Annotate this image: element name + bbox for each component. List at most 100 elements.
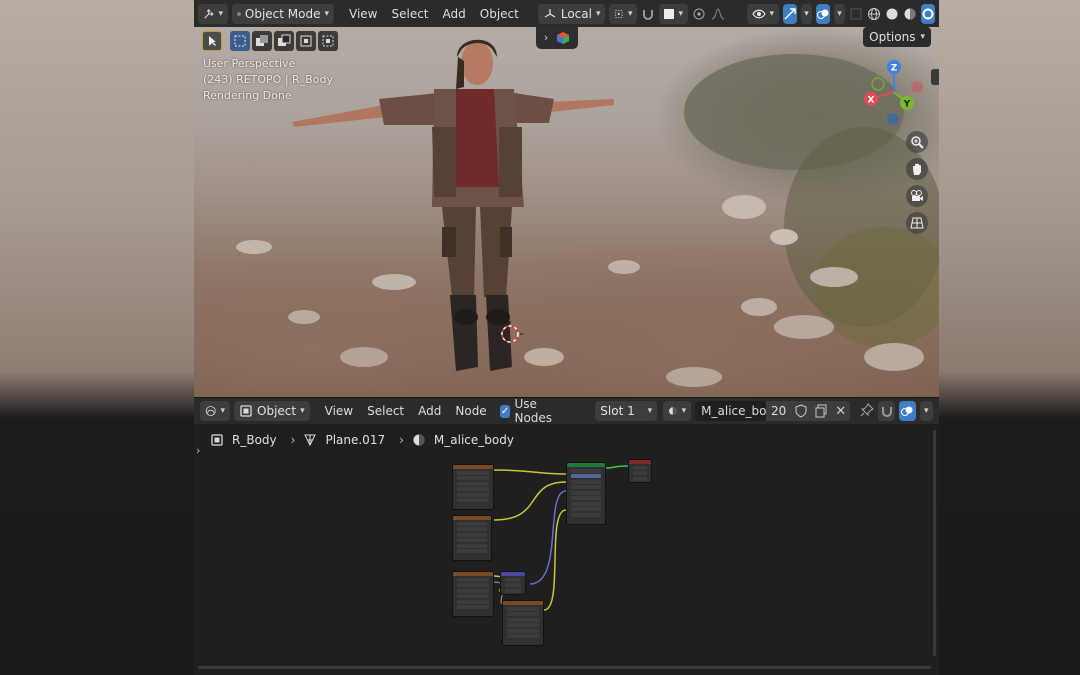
visibility-dropdown[interactable]: ▾ bbox=[746, 3, 780, 24]
shader-type-dropdown[interactable]: Object ▾ bbox=[234, 401, 310, 421]
material-sphere-icon bbox=[669, 407, 677, 415]
material-name[interactable]: M_alice_body bbox=[695, 404, 766, 418]
menu-add[interactable]: Add bbox=[438, 7, 471, 21]
camera-view-button[interactable] bbox=[906, 185, 928, 207]
select-extend-button[interactable] bbox=[252, 31, 272, 51]
navigation-gizmo[interactable]: Z X Y bbox=[859, 57, 929, 127]
node-header bbox=[629, 460, 651, 464]
menu-select[interactable]: Select bbox=[362, 404, 409, 418]
pivot-point-dropdown[interactable]: ▾ bbox=[609, 3, 638, 24]
select-subtract-button[interactable] bbox=[274, 31, 294, 51]
menu-add[interactable]: Add bbox=[413, 404, 446, 418]
shading-material[interactable] bbox=[903, 3, 917, 24]
snap-toggle[interactable] bbox=[878, 401, 895, 421]
gizmo-toggle[interactable] bbox=[783, 3, 798, 24]
viewport-header: ▾ Object Mode ▾ View Select Add Object L… bbox=[194, 0, 939, 27]
ortho-grid-icon bbox=[910, 217, 924, 229]
proportional-edit-toggle[interactable] bbox=[692, 3, 707, 24]
unlink-material-button[interactable]: ✕ bbox=[831, 401, 851, 421]
pin-icon bbox=[860, 402, 875, 416]
chevron-down-icon: ▾ bbox=[678, 8, 684, 19]
select-intersect-button[interactable] bbox=[318, 31, 338, 51]
xray-icon bbox=[850, 8, 862, 19]
node-editor-canvas[interactable]: R_Body › Plane.017 › M_alice_body › ‹ bbox=[194, 424, 939, 675]
solid-sphere-icon bbox=[886, 8, 898, 19]
chevron-down-icon: ▾ bbox=[300, 406, 305, 416]
overlays-dropdown[interactable]: ▾ bbox=[834, 3, 845, 24]
select-invert-button[interactable] bbox=[296, 31, 316, 51]
material-browse-button[interactable]: ▾ bbox=[663, 401, 692, 421]
select-box-icon bbox=[234, 35, 246, 47]
pan-hand-icon bbox=[913, 163, 921, 175]
chevron-down-icon: ▾ bbox=[924, 406, 929, 416]
header-collapse-tab[interactable]: › bbox=[536, 27, 578, 49]
sidebar-toggle-tab[interactable] bbox=[931, 69, 939, 85]
overlays-toggle[interactable] bbox=[816, 3, 831, 24]
use-nodes-toggle[interactable]: ✓ Use Nodes bbox=[499, 397, 568, 425]
view-name-text: User Perspective bbox=[203, 57, 296, 70]
chevron-down-icon: ▾ bbox=[837, 8, 842, 19]
node-principled-bsdf[interactable] bbox=[566, 462, 606, 525]
select-extend-icon bbox=[256, 35, 268, 46]
menu-object[interactable]: Object bbox=[475, 7, 524, 21]
falloff-dropdown[interactable] bbox=[710, 3, 727, 24]
gizmo-arrow-icon bbox=[784, 7, 796, 19]
select-subtract-icon bbox=[278, 34, 291, 46]
node-material-output[interactable] bbox=[628, 459, 652, 483]
editor-type-button[interactable]: ▾ bbox=[198, 3, 228, 24]
shading-wireframe[interactable] bbox=[867, 3, 881, 24]
overlays-toggle[interactable] bbox=[898, 401, 916, 421]
node-image-texture-3[interactable] bbox=[452, 571, 494, 617]
menu-select[interactable]: Select bbox=[386, 7, 433, 21]
snap-toggle[interactable] bbox=[641, 3, 656, 24]
magnet-icon bbox=[643, 9, 654, 20]
menu-node[interactable]: Node bbox=[450, 404, 491, 418]
node-image-texture-4[interactable] bbox=[502, 600, 544, 646]
chevron-down-icon: ▾ bbox=[220, 406, 225, 416]
zoom-icon bbox=[911, 136, 924, 149]
gizmo-dropdown[interactable]: ▾ bbox=[801, 3, 813, 24]
menu-view[interactable]: View bbox=[320, 404, 358, 418]
mode-dropdown[interactable]: Object Mode ▾ bbox=[232, 3, 334, 24]
chevron-down-icon: ▾ bbox=[595, 8, 601, 19]
camera-icon bbox=[911, 190, 923, 201]
duplicate-icon bbox=[815, 404, 827, 418]
select-box-new-button[interactable] bbox=[230, 31, 250, 51]
node-image-texture-2[interactable] bbox=[452, 515, 492, 561]
material-slot-dropdown[interactable]: Slot 1 ▾ bbox=[595, 401, 658, 421]
tweak-tool-button[interactable] bbox=[202, 31, 222, 51]
snap-increment-icon bbox=[664, 8, 675, 19]
material-name-field[interactable]: M_alice_body 20 ✕ bbox=[695, 401, 851, 421]
transform-orientation-dropdown[interactable]: Local ▾ bbox=[537, 3, 606, 24]
material-user-count[interactable]: 20 bbox=[765, 401, 792, 421]
shading-rendered[interactable] bbox=[921, 3, 935, 24]
object-icon bbox=[240, 405, 252, 417]
shading-solid[interactable] bbox=[885, 3, 899, 24]
slot-label: Slot 1 bbox=[600, 404, 635, 418]
3d-viewport[interactable]: › Options ▾ User Perspective (243) RETOP… bbox=[194, 27, 939, 397]
wireframe-sphere-icon bbox=[868, 7, 880, 20]
node-image-texture-1[interactable] bbox=[452, 464, 494, 510]
options-dropdown[interactable]: Options ▾ bbox=[863, 27, 931, 47]
pan-button[interactable] bbox=[906, 158, 928, 180]
material-sphere-icon bbox=[904, 8, 916, 19]
node-header bbox=[453, 516, 491, 520]
zoom-button[interactable] bbox=[906, 131, 928, 153]
shader-editor-header: ▾ Object ▾ View Select Add Node ✓ Use No… bbox=[194, 397, 939, 425]
node-header bbox=[453, 572, 493, 576]
falloff-curve-icon bbox=[712, 7, 725, 19]
duplicate-material-button[interactable] bbox=[811, 401, 832, 421]
menu-view[interactable]: View bbox=[344, 7, 382, 21]
overlays-dropdown[interactable]: ▾ bbox=[919, 401, 934, 421]
gizmo-x-label: X bbox=[868, 96, 875, 106]
blender-window: ▾ Object Mode ▾ View Select Add Object L… bbox=[194, 0, 939, 675]
fake-user-button[interactable] bbox=[791, 401, 812, 421]
character-model bbox=[292, 39, 614, 371]
xray-toggle[interactable] bbox=[849, 3, 863, 24]
snap-target-dropdown[interactable]: ▾ bbox=[659, 3, 689, 24]
node-normal-map[interactable] bbox=[500, 571, 526, 595]
editor-type-button[interactable]: ▾ bbox=[200, 401, 230, 421]
pin-toggle[interactable] bbox=[860, 402, 875, 420]
ortho-toggle-button[interactable] bbox=[906, 212, 928, 234]
background-blur-right bbox=[938, 0, 1080, 675]
